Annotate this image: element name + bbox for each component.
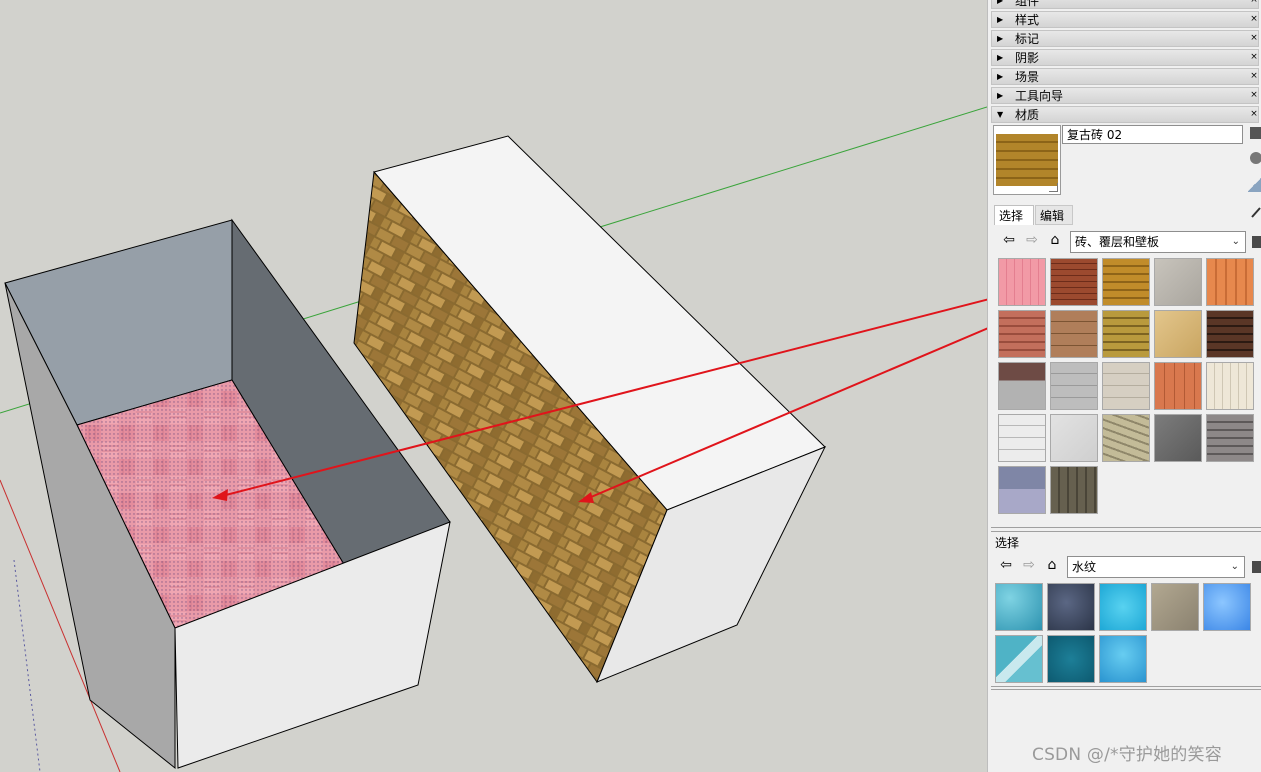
light-gray-swatch[interactable] (1050, 414, 1098, 462)
details-icon[interactable] (1252, 236, 1261, 248)
antique-brick-preview (996, 134, 1058, 186)
expand-triangle-icon: ▶ (997, 0, 1004, 5)
secondary-select-label: 选择 (995, 536, 1020, 550)
display-secondary-icon[interactable] (1250, 127, 1261, 139)
collection-select[interactable]: 砖、覆层和壁板 ⌄ (1070, 231, 1246, 253)
yellow-brick-swatch[interactable] (1102, 310, 1150, 358)
section-divider[interactable] (991, 527, 1261, 532)
close-icon[interactable]: × (1250, 88, 1258, 103)
collection-select-value: 砖、覆层和壁板 (1075, 235, 1160, 249)
default-tray-panel: ▶ 组件 × ▶ 样式 × ▶ 标记 × ▶ 阴影 × ▶ 场景 × ▶ 工具向… (987, 0, 1261, 772)
collection-select-value: 水纹 (1072, 560, 1097, 574)
tray-row-label: 样式 (1015, 13, 1040, 27)
expand-triangle-icon: ▶ (997, 91, 1004, 100)
tab-select[interactable]: 选择 (994, 205, 1034, 225)
close-icon[interactable]: × (1250, 0, 1258, 8)
tray-row-scenes[interactable]: ▶ 场景 × (991, 68, 1259, 85)
tray-row-label: 组件 (1015, 0, 1040, 8)
tray-row-tags[interactable]: ▶ 标记 × (991, 30, 1259, 47)
tray-row-instructor[interactable]: ▶ 工具向导 × (991, 87, 1259, 104)
close-icon[interactable]: × (1250, 107, 1258, 122)
forward-arrow-icon[interactable]: ⇨ (1024, 232, 1040, 248)
gray-stone-swatch[interactable] (1154, 258, 1202, 306)
tray-row-label: 阴影 (1015, 51, 1040, 65)
forward-arrow-icon[interactable]: ⇨ (1021, 557, 1037, 573)
pink-tile-swatch[interactable] (998, 258, 1046, 306)
home-icon[interactable]: ⌂ (1044, 557, 1060, 573)
gray-speckle-swatch[interactable] (998, 362, 1046, 410)
model-viewport[interactable] (0, 0, 987, 772)
blue-ripple-swatch[interactable] (1203, 583, 1251, 631)
details-icon[interactable] (1252, 561, 1261, 573)
current-material-thumbnail[interactable] (993, 125, 1061, 195)
pool-water-swatch[interactable] (995, 583, 1043, 631)
tray-row-components[interactable]: ▶ 组件 × (991, 0, 1259, 9)
tray-row-materials[interactable]: ▼ 材质 × (991, 106, 1259, 123)
back-arrow-icon[interactable]: ⇦ (998, 557, 1014, 573)
expand-triangle-icon: ▶ (997, 34, 1004, 43)
brown-board-swatch[interactable] (1050, 310, 1098, 358)
expand-triangle-icon: ▶ (997, 15, 1004, 24)
stone-water-swatch[interactable] (1151, 583, 1199, 631)
blue-granite-swatch[interactable] (998, 466, 1046, 514)
chevron-down-icon: ⌄ (1231, 236, 1240, 247)
red-stone-swatch[interactable] (998, 310, 1046, 358)
dark-tile-swatch[interactable] (1154, 414, 1202, 462)
orange-plank-swatch[interactable] (1154, 362, 1202, 410)
antique-brick-swatch[interactable] (1102, 258, 1150, 306)
section-divider[interactable] (991, 686, 1261, 690)
watermark-text: CSDN @/*守护她的笑容 (1032, 745, 1222, 765)
sample-paint-icon[interactable] (1248, 176, 1261, 192)
rubble-stone-swatch[interactable] (1102, 414, 1150, 462)
tab-edit[interactable]: 编辑 (1035, 205, 1073, 225)
dark-sparkle-water-swatch[interactable] (1047, 583, 1095, 631)
collapse-triangle-icon: ▼ (997, 110, 1004, 119)
orange-siding-swatch[interactable] (1206, 258, 1254, 306)
deep-blue-water-swatch[interactable] (1047, 635, 1095, 683)
resize-corner-icon (1049, 183, 1058, 192)
tray-row-label: 场景 (1015, 70, 1040, 84)
tray-row-label: 材质 (1015, 108, 1040, 122)
tray-row-styles[interactable]: ▶ 样式 × (991, 11, 1259, 28)
cream-siding-swatch[interactable] (1206, 362, 1254, 410)
material-name-field[interactable] (1062, 125, 1243, 144)
reflect-water-swatch[interactable] (995, 635, 1043, 683)
gray-block-swatch[interactable] (1050, 362, 1098, 410)
expand-triangle-icon: ▶ (997, 72, 1004, 81)
beige-block-swatch[interactable] (1102, 362, 1150, 410)
gray-brick-swatch[interactable] (1206, 414, 1254, 462)
tan-stone-swatch[interactable] (1154, 310, 1202, 358)
caustic-water-swatch[interactable] (1099, 635, 1147, 683)
tray-row-shadows[interactable]: ▶ 阴影 × (991, 49, 1259, 66)
expand-triangle-icon: ▶ (997, 53, 1004, 62)
tray-row-label: 工具向导 (1015, 89, 1064, 103)
close-icon[interactable]: × (1250, 50, 1258, 65)
scene-canvas[interactable] (0, 0, 987, 772)
collection-select-secondary[interactable]: 水纹 ⌄ (1067, 556, 1245, 578)
close-icon[interactable]: × (1250, 12, 1258, 27)
red-brick-swatch[interactable] (1050, 258, 1098, 306)
home-icon[interactable]: ⌂ (1047, 232, 1063, 248)
close-icon[interactable]: × (1250, 31, 1258, 46)
back-arrow-icon[interactable]: ⇦ (1001, 232, 1017, 248)
eyedropper-icon[interactable] (1250, 206, 1261, 218)
create-material-icon[interactable] (1250, 152, 1261, 164)
white-siding-swatch[interactable] (998, 414, 1046, 462)
chevron-down-icon: ⌄ (1230, 561, 1239, 572)
dark-wood-swatch[interactable] (1050, 466, 1098, 514)
close-icon[interactable]: × (1250, 69, 1258, 84)
blue-axis-line (13, 559, 41, 772)
dark-brick-swatch[interactable] (1206, 310, 1254, 358)
tray-row-label: 标记 (1015, 32, 1040, 46)
cyan-water-swatch[interactable] (1099, 583, 1147, 631)
